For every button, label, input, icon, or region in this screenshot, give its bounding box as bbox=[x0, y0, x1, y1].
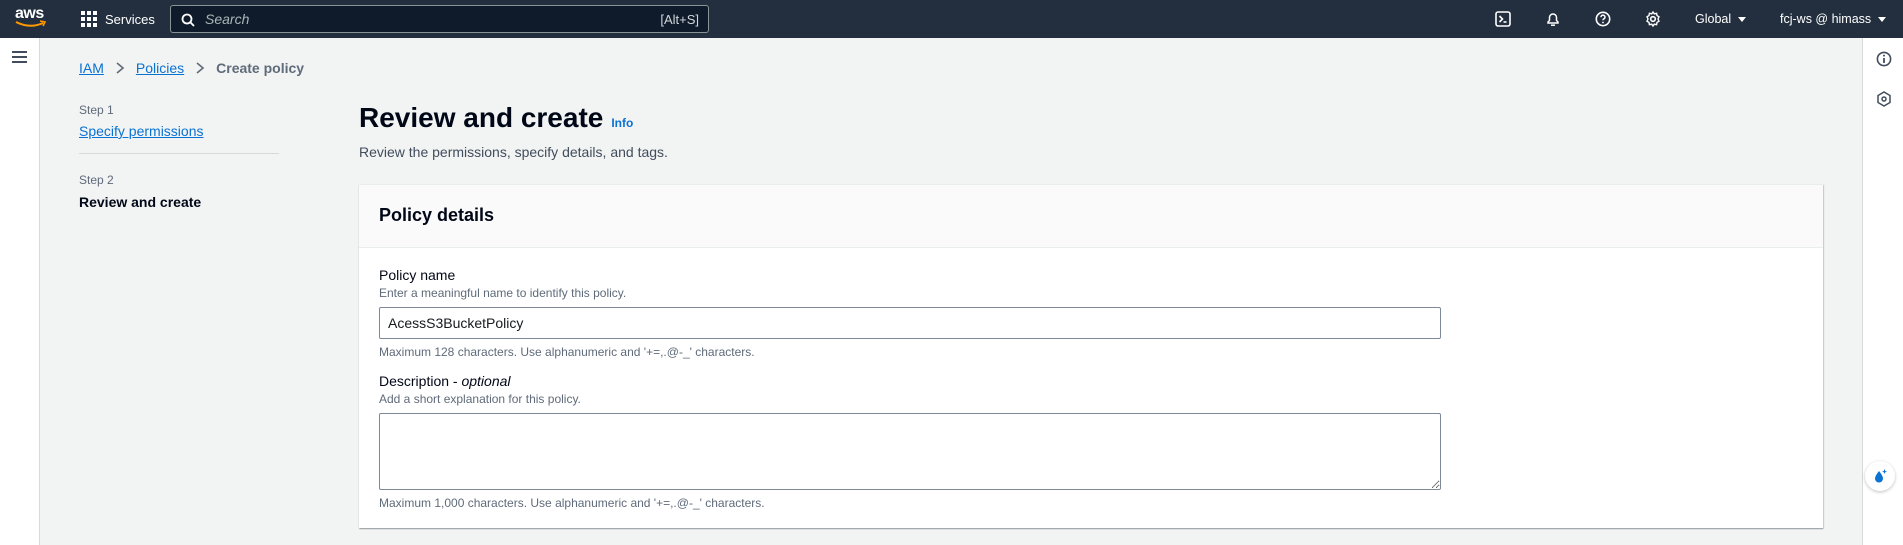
step-divider bbox=[79, 153, 279, 154]
page-description: Review the permissions, specify details,… bbox=[359, 144, 668, 160]
policy-name-field: Policy name Enter a meaningful name to i… bbox=[379, 267, 1803, 359]
left-navigation-rail bbox=[0, 38, 40, 545]
search-shortcut-hint: [Alt+S] bbox=[660, 11, 699, 27]
description-textarea[interactable] bbox=[379, 413, 1441, 490]
amazon-q-assistant-icon[interactable] bbox=[1865, 461, 1895, 491]
page-title-text: Review and create bbox=[359, 102, 604, 133]
breadcrumb-current: Create policy bbox=[216, 60, 305, 76]
account-menu[interactable]: fcj-ws @ himass bbox=[1780, 0, 1887, 38]
step-number-label: Step 2 bbox=[79, 173, 114, 187]
services-label: Services bbox=[105, 11, 155, 27]
caret-down-icon bbox=[1878, 16, 1887, 22]
description-label-text: Description - bbox=[379, 373, 462, 389]
policy-name-input[interactable] bbox=[379, 307, 1441, 339]
region-label: Global bbox=[1695, 12, 1732, 26]
description-help-text: Add a short explanation for this policy. bbox=[379, 392, 581, 406]
policy-details-title: Policy details bbox=[379, 205, 495, 225]
caret-down-icon bbox=[1738, 16, 1747, 22]
breadcrumb-link-iam[interactable]: IAM bbox=[79, 60, 104, 76]
aws-logo[interactable]: aws bbox=[15, 6, 51, 32]
info-link[interactable]: Info bbox=[611, 116, 633, 130]
wizard-step-2: Step 2 Review and create bbox=[79, 171, 279, 210]
menu-hamburger-icon[interactable] bbox=[12, 51, 27, 63]
policy-details-body: Policy name Enter a meaningful name to i… bbox=[359, 248, 1823, 543]
policy-name-label: Policy name bbox=[379, 267, 456, 283]
wizard-step-1: Step 1 Specify permissions bbox=[79, 101, 279, 139]
info-panel-icon[interactable] bbox=[1876, 51, 1892, 67]
notifications-bell-icon[interactable] bbox=[1543, 9, 1563, 29]
step-review-and-create-current: Review and create bbox=[79, 194, 202, 210]
policy-name-description: Enter a meaningful name to identify this… bbox=[379, 286, 627, 300]
step-number-label: Step 1 bbox=[79, 103, 114, 117]
grid-icon bbox=[81, 11, 97, 27]
settings-gear-icon[interactable] bbox=[1643, 9, 1663, 29]
policy-details-header: Policy details bbox=[359, 185, 1823, 248]
search-box[interactable]: [Alt+S] bbox=[170, 5, 709, 33]
cloudshell-icon[interactable] bbox=[1493, 9, 1513, 29]
chevron-right-icon bbox=[195, 62, 205, 74]
breadcrumb: IAM Policies Create policy bbox=[79, 60, 304, 76]
account-label: fcj-ws @ himass bbox=[1780, 12, 1872, 26]
aws-smile-icon bbox=[15, 20, 47, 27]
page-title: Review and create Info bbox=[359, 102, 633, 134]
policy-name-constraint: Maximum 128 characters. Use alphanumeric… bbox=[379, 345, 755, 359]
security-hub-icon[interactable] bbox=[1876, 91, 1892, 107]
search-icon bbox=[181, 13, 195, 27]
description-optional-text: optional bbox=[461, 373, 511, 389]
services-menu-button[interactable]: Services bbox=[81, 0, 155, 38]
description-field: Description - optional Add a short expla… bbox=[379, 373, 1803, 510]
search-input[interactable] bbox=[171, 11, 661, 27]
description-constraint: Maximum 1,000 characters. Use alphanumer… bbox=[379, 496, 765, 510]
top-navigation: aws Services [Alt+S] bbox=[0, 0, 1903, 38]
chevron-right-icon bbox=[115, 62, 125, 74]
policy-details-panel: Policy details Policy name Enter a meani… bbox=[359, 184, 1823, 528]
description-label: Description - optional bbox=[379, 373, 1803, 389]
region-selector[interactable]: Global bbox=[1695, 0, 1747, 38]
breadcrumb-link-policies[interactable]: Policies bbox=[136, 60, 184, 76]
wizard-steps: Step 1 Specify permissions Step 2 Review… bbox=[79, 101, 279, 210]
help-icon[interactable] bbox=[1593, 9, 1613, 29]
step-specify-permissions-link[interactable]: Specify permissions bbox=[79, 123, 279, 139]
